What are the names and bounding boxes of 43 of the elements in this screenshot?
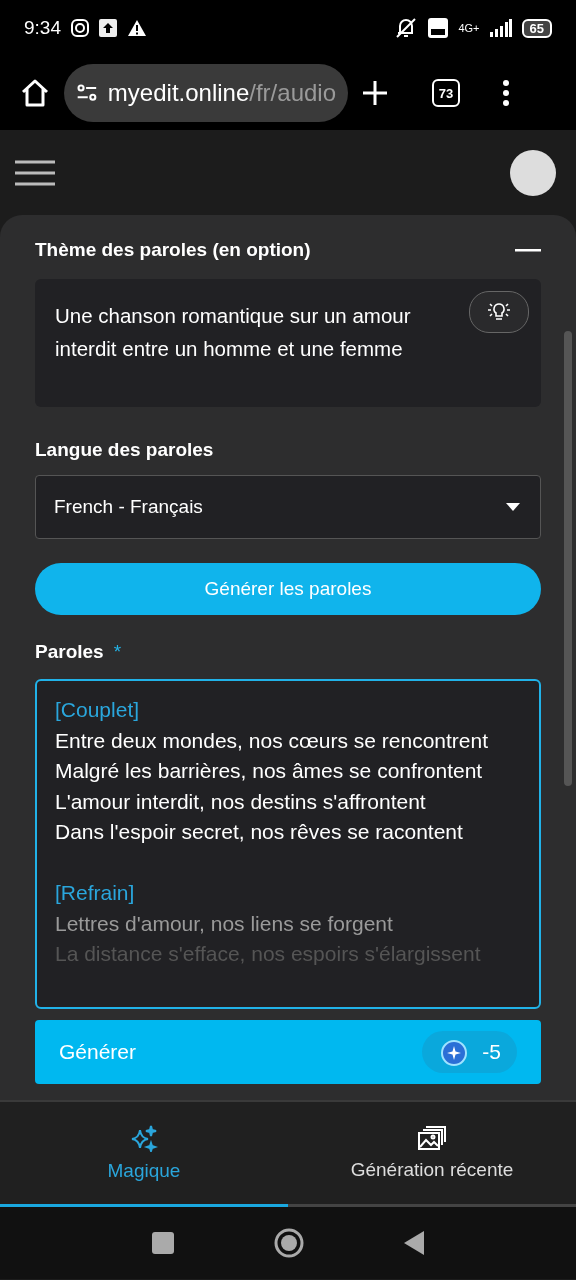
scrollbar[interactable] bbox=[564, 331, 572, 786]
lyrics-line: Entre deux mondes, nos cœurs se rencontrent bbox=[55, 727, 490, 754]
section-title: Langue des paroles bbox=[35, 439, 215, 461]
home-nav-icon[interactable] bbox=[274, 1228, 304, 1258]
tab-count-button[interactable]: 73 bbox=[432, 79, 460, 107]
credit-cost: -5 bbox=[422, 1031, 517, 1073]
sparkle-icon bbox=[130, 1124, 158, 1152]
lyrics-section-label: [Refrain] bbox=[55, 880, 136, 906]
more-icon[interactable] bbox=[502, 80, 510, 106]
language-dropdown[interactable]: French - Français bbox=[35, 475, 541, 539]
suggestion-button[interactable] bbox=[469, 291, 529, 333]
theme-text: Une chanson romantique sur un amour interdit entre un homme et une femme bbox=[55, 304, 411, 360]
avatar[interactable] bbox=[510, 149, 556, 196]
required-mark: * bbox=[113, 641, 122, 663]
warning-icon bbox=[127, 19, 147, 37]
lyrics-line: Lettres d'amour, nos liens se forgent bbox=[55, 910, 394, 937]
back-icon[interactable] bbox=[404, 1231, 424, 1255]
site-settings-icon[interactable] bbox=[76, 82, 98, 104]
camera-icon bbox=[71, 19, 89, 37]
network-type: 4G+ bbox=[458, 22, 480, 34]
signal-icon bbox=[489, 19, 512, 37]
theme-input-field[interactable]: Une chanson romantique sur un amour interdit entre un homme et une femme bbox=[35, 279, 541, 407]
lyrics-line: Malgré les barrières, nos âmes se confrontent bbox=[55, 758, 484, 784]
home-icon[interactable] bbox=[20, 78, 50, 108]
upload-icon bbox=[99, 19, 117, 37]
section-title: Paroles bbox=[35, 641, 104, 663]
credit-icon bbox=[438, 1037, 469, 1067]
gallery-icon bbox=[417, 1125, 447, 1151]
lyrics-line: Dans l'espoir secret, nos rêves se racontent bbox=[55, 819, 464, 845]
lyrics-line: L'amour interdit, nos destins s'affrontent bbox=[55, 788, 427, 815]
url-bar[interactable]: myedit.online/fr/audio bbox=[64, 64, 348, 122]
section-title: Thème des paroles (en option) bbox=[35, 239, 311, 261]
lyrics-input-field[interactable] bbox=[35, 679, 541, 1009]
muted-bell-icon bbox=[394, 17, 419, 39]
lightbulb-icon bbox=[486, 301, 512, 323]
collapse-icon[interactable] bbox=[515, 248, 541, 252]
url-text: myedit.online/fr/audio bbox=[107, 79, 336, 107]
status-time: 9:34 bbox=[24, 17, 61, 39]
caret-icon bbox=[506, 503, 520, 511]
battery-level: 65 bbox=[521, 18, 552, 38]
lyrics-section-label: [Couplet] bbox=[55, 697, 141, 723]
plus-icon[interactable] bbox=[362, 80, 388, 106]
menu-icon[interactable] bbox=[15, 159, 55, 186]
